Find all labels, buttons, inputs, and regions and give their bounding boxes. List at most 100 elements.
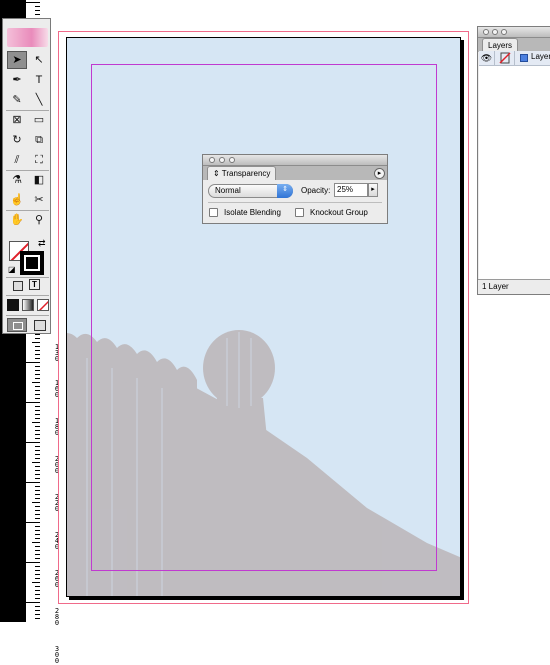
- ruler-tick: [35, 446, 40, 447]
- transparency-titlebar[interactable]: [203, 155, 387, 166]
- layer-name[interactable]: Layer: [531, 52, 550, 61]
- tab-label: Transparency: [221, 169, 271, 178]
- ruler-tick: [35, 590, 40, 591]
- ruler-tick: [35, 494, 40, 495]
- layer-color-swatch: [520, 54, 528, 62]
- ruler-tick: [35, 394, 40, 395]
- normal-view-icon[interactable]: [7, 318, 27, 332]
- pencil-tool-icon[interactable]: ✎: [7, 91, 27, 109]
- minimize-button[interactable]: [219, 157, 225, 163]
- lock-toggle-icon[interactable]: [495, 51, 515, 65]
- gradient-tool-icon[interactable]: ◧: [29, 171, 49, 189]
- tools-separator: [6, 295, 49, 296]
- formatting-container-icon[interactable]: [13, 281, 23, 291]
- indesign-logo-icon: [7, 28, 48, 47]
- layers-titlebar[interactable]: [478, 27, 550, 38]
- visibility-eye-icon[interactable]: 👁: [479, 51, 495, 65]
- ruler-tick: [35, 346, 40, 347]
- apply-color-icon[interactable]: [7, 299, 19, 311]
- ruler-tick: [35, 438, 40, 439]
- ruler-tick: [35, 514, 40, 515]
- knockout-group-label: Knockout Group: [310, 208, 368, 217]
- ruler-tick: [35, 550, 40, 551]
- tab-layers[interactable]: Layers: [482, 38, 519, 52]
- ruler-tick: [35, 506, 40, 507]
- layer-row[interactable]: 👁 Layer: [479, 51, 550, 66]
- ruler-tick: [35, 434, 40, 435]
- zoom-button[interactable]: [229, 157, 235, 163]
- rectangle-tool-icon[interactable]: ▭: [29, 111, 49, 129]
- scissors-tool-icon[interactable]: ✂: [29, 191, 49, 209]
- ruler-tick: [35, 534, 40, 535]
- rectangle-frame-tool-icon[interactable]: ⊠: [7, 111, 27, 129]
- panel-divider: [208, 202, 382, 203]
- margin-guides: [91, 64, 437, 571]
- ruler-tick: [35, 598, 40, 599]
- apply-none-icon[interactable]: [37, 299, 49, 311]
- ruler-tick: [35, 10, 40, 11]
- opacity-slider-button[interactable]: ▸: [368, 183, 378, 197]
- ruler-tick: [26, 522, 40, 523]
- tools-panel[interactable]: ⇄ ◪ T ➤ ↖ ✒ T ✎ ╲ ⊠ ▭ ↻ ⧉ ⫽ ⛶ ⚗ ◧ ☝ ✂ ✋ ⚲: [2, 18, 51, 334]
- layers-panel[interactable]: Layers 👁 Layer 1 Layer: [477, 26, 550, 295]
- ruler-tick: [35, 538, 40, 539]
- ruler-tick: [35, 390, 40, 391]
- minimize-button[interactable]: [492, 29, 498, 35]
- ruler-tick: [35, 470, 40, 471]
- ruler-tick: [35, 454, 40, 455]
- apply-gradient-icon[interactable]: [22, 299, 34, 311]
- blend-mode-select[interactable]: Normal ⇕: [208, 184, 293, 198]
- panel-body: Normal ⇕ Opacity: 25% ▸ Isolate Blending…: [203, 180, 387, 223]
- transparency-panel[interactable]: ⇕ Transparency ▸ Normal ⇕ Opacity: 25% ▸…: [202, 154, 388, 224]
- preview-view-icon[interactable]: [30, 318, 48, 332]
- shear-tool-icon[interactable]: ⫽: [7, 151, 27, 169]
- tab-transparency[interactable]: ⇕ Transparency: [207, 166, 277, 180]
- default-fill-stroke-icon[interactable]: ◪: [8, 265, 16, 274]
- ruler-tick: [35, 338, 40, 339]
- tab-arrows-icon: ⇕: [213, 169, 220, 178]
- swap-fill-stroke-icon[interactable]: ⇄: [38, 238, 46, 249]
- panel-menu-button[interactable]: ▸: [374, 168, 385, 179]
- direct-selection-tool-icon[interactable]: ↖: [29, 51, 49, 69]
- ruler-tick: [35, 594, 40, 595]
- ruler-tick: [35, 618, 40, 619]
- close-button[interactable]: [483, 29, 489, 35]
- opacity-input[interactable]: 25%: [334, 183, 368, 197]
- pen-tool-icon[interactable]: ✒: [7, 71, 27, 89]
- knockout-group-checkbox[interactable]: [295, 208, 304, 217]
- ruler-tick: [35, 410, 40, 411]
- ruler-tick: [35, 430, 40, 431]
- zoom-tool-icon[interactable]: ⚲: [29, 211, 49, 229]
- ruler-tick: [35, 574, 40, 575]
- ruler-tick: [35, 370, 40, 371]
- ruler-tick: [35, 614, 40, 615]
- ruler-tick: [35, 490, 40, 491]
- close-button[interactable]: [209, 157, 215, 163]
- free-transform-tool-icon[interactable]: ⛶: [29, 151, 49, 169]
- tab-label: Layers: [488, 41, 513, 50]
- zoom-button[interactable]: [501, 29, 507, 35]
- stroke-swatch[interactable]: [20, 251, 44, 275]
- isolate-blending-checkbox[interactable]: [209, 208, 218, 217]
- ruler-tick: [35, 510, 40, 511]
- ruler-tick: [35, 406, 40, 407]
- type-tool-icon[interactable]: T: [29, 71, 49, 89]
- ruler-tick: [35, 570, 40, 571]
- ruler-tick: [35, 398, 40, 399]
- tools-separator: [6, 277, 49, 278]
- scale-tool-icon[interactable]: ⧉: [29, 131, 49, 149]
- isolate-blending-label: Isolate Blending: [224, 208, 281, 217]
- hand-tool-icon[interactable]: ✋: [7, 211, 27, 229]
- formatting-text-icon[interactable]: T: [29, 279, 40, 290]
- ruler-tick: [35, 546, 40, 547]
- ruler-tick: [32, 542, 40, 543]
- selection-tool-icon[interactable]: ➤: [7, 51, 27, 69]
- layers-list[interactable]: 👁 Layer: [479, 51, 550, 280]
- ruler-tick: [35, 530, 40, 531]
- eyedropper-tool-icon[interactable]: ⚗: [7, 171, 27, 189]
- line-tool-icon[interactable]: ╲: [29, 91, 49, 109]
- button-tool-icon[interactable]: ☝: [7, 191, 27, 209]
- ruler-label: 3 0 0: [54, 645, 64, 665]
- rotate-tool-icon[interactable]: ↻: [7, 131, 27, 149]
- ruler-tick: [35, 418, 40, 419]
